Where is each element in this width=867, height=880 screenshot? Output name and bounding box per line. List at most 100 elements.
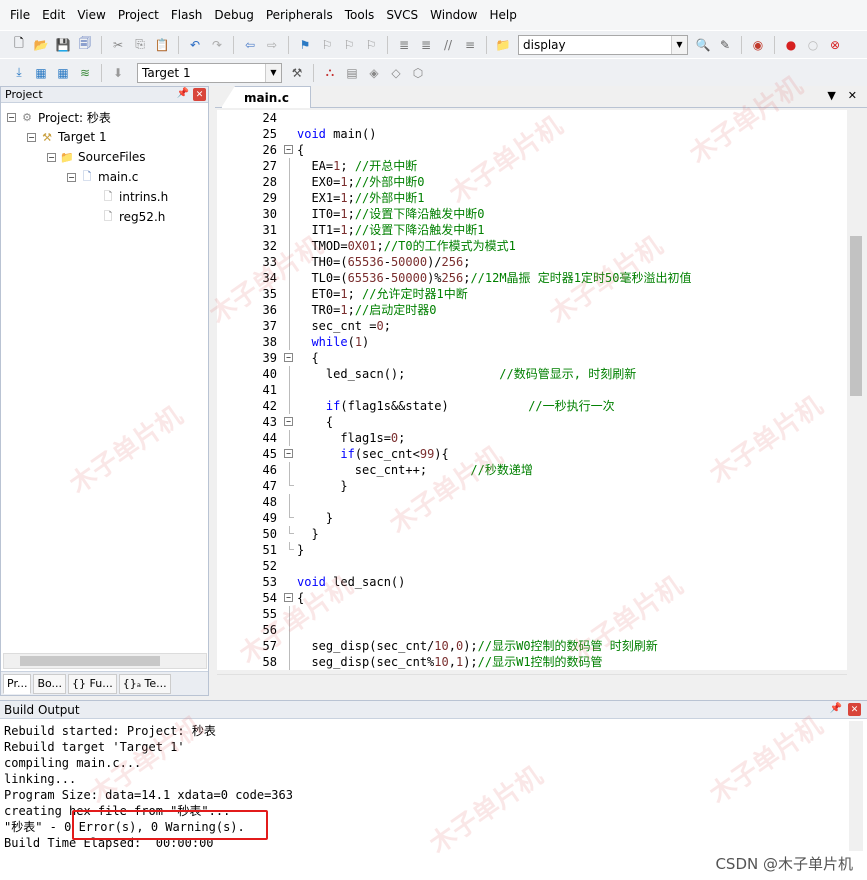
tree-target[interactable]: − ⚒ Target 1 <box>27 127 107 147</box>
code-line[interactable]: 37 sec_cnt =0; <box>217 318 847 334</box>
tree-project-root[interactable]: − ⚙ Project: 秒表 <box>7 107 111 127</box>
scroll-thumb[interactable] <box>20 656 160 666</box>
breakpoint-disable-icon[interactable]: ○ <box>804 36 822 54</box>
redo-icon[interactable]: ↷ <box>208 36 226 54</box>
code-line[interactable]: 31 IT1=1;//设置下降沿触发中断1 <box>217 222 847 238</box>
copy-icon[interactable]: ⎘ <box>131 36 149 54</box>
select-packs-icon[interactable]: ▤ <box>343 64 361 82</box>
code-line[interactable]: 30 IT0=1;//设置下降沿触发中断0 <box>217 206 847 222</box>
tab-main-c[interactable]: main.c <box>221 86 311 108</box>
code-line[interactable]: 36 TR0=1;//启动定时器0 <box>217 302 847 318</box>
code-line[interactable]: 52 <box>217 558 847 574</box>
pack-installer-icon[interactable]: ◇ <box>387 64 405 82</box>
menu-item-file[interactable]: File <box>4 0 36 30</box>
manage-components-icon[interactable]: ⛬ <box>321 64 339 82</box>
menu-item-svcs[interactable]: SVCS <box>380 0 424 30</box>
save-all-icon[interactable]: 🗐 <box>76 36 94 54</box>
menu-item-help[interactable]: Help <box>483 0 522 30</box>
new-file-icon[interactable]: 🗋 <box>10 36 28 54</box>
open-file-icon[interactable]: 📂 <box>32 36 50 54</box>
code-line[interactable]: 45− if(sec_cnt<99){ <box>217 446 847 462</box>
project-hscrollbar[interactable] <box>3 653 207 669</box>
code-line[interactable]: 43− { <box>217 414 847 430</box>
incremental-find-icon[interactable]: ✎ <box>716 36 734 54</box>
tab-functions[interactable]: {} Fu... <box>68 673 117 694</box>
tree-group-sourcefiles[interactable]: − 📁 SourceFiles <box>47 147 146 167</box>
indent-icon[interactable]: ≣ <box>395 36 413 54</box>
code-line[interactable]: 28 EX0=1;//外部中断0 <box>217 174 847 190</box>
menu-item-edit[interactable]: Edit <box>36 0 71 30</box>
code-line[interactable]: 54−{ <box>217 590 847 606</box>
editor-vscrollbar[interactable] <box>849 110 863 670</box>
collapse-icon[interactable]: − <box>7 112 16 122</box>
menu-item-view[interactable]: View <box>71 0 111 30</box>
code-line[interactable]: 33 TH0=(65536-50000)/256; <box>217 254 847 270</box>
code-line[interactable]: 55 <box>217 606 847 622</box>
tree-header-reg52[interactable]: 🗋 reg52.h <box>101 207 166 227</box>
fold-toggle-icon[interactable]: − <box>284 417 293 426</box>
editor-hscrollbar[interactable] <box>217 674 847 690</box>
code-line[interactable]: 24 <box>217 110 847 126</box>
tree-file-main[interactable]: − 🗋 main.c <box>67 167 138 187</box>
menu-item-project[interactable]: Project <box>112 0 165 30</box>
bookmark-clear-icon[interactable]: ⚐ <box>362 36 380 54</box>
fold-toggle-icon[interactable]: − <box>284 353 293 362</box>
code-line[interactable]: 41 <box>217 382 847 398</box>
code-line[interactable]: 25 void main() <box>217 126 847 142</box>
paste-icon[interactable]: 📋 <box>153 36 171 54</box>
nav-back-icon[interactable]: ⇦ <box>241 36 259 54</box>
code-line[interactable]: 26−{ <box>217 142 847 158</box>
code-line[interactable]: 44 flag1s=0; <box>217 430 847 446</box>
nav-forward-icon[interactable]: ⇨ <box>263 36 281 54</box>
code-line[interactable]: 40 led_sacn(); //数码管显示, 时刻刷新 <box>217 366 847 382</box>
close-icon[interactable]: ✕ <box>848 703 861 716</box>
rebuild-icon[interactable]: ▦ <box>54 64 72 82</box>
pin-icon[interactable]: 📌 <box>830 703 842 716</box>
fold-toggle-icon[interactable]: − <box>284 449 293 458</box>
code-line[interactable]: 58 seg_disp(sec_cnt%10,1);//显示W1控制的数码管 <box>217 654 847 670</box>
bookmark-next-icon[interactable]: ⚐ <box>340 36 358 54</box>
uncomment-icon[interactable]: ≡ <box>461 36 479 54</box>
breakpoint-kill-icon[interactable]: ⊗ <box>826 36 844 54</box>
code-line[interactable]: 47 } <box>217 478 847 494</box>
code-line[interactable]: 29 EX1=1;//外部中断1 <box>217 190 847 206</box>
find-icon[interactable]: 🔍 <box>694 36 712 54</box>
chevron-down-icon[interactable]: ▼ <box>671 35 687 54</box>
target-options-icon[interactable]: ⚒ <box>288 64 306 82</box>
code-line[interactable]: 57 seg_disp(sec_cnt/10,0);//显示W0控制的数码管 时… <box>217 638 847 654</box>
options-icon[interactable]: ⬡ <box>409 64 427 82</box>
code-line[interactable]: 39− { <box>217 350 847 366</box>
breakpoint-insert-icon[interactable]: ● <box>782 36 800 54</box>
tab-project[interactable]: Pr... <box>3 673 32 694</box>
code-line[interactable]: 53 void led_sacn() <box>217 574 847 590</box>
code-line[interactable]: 51} <box>217 542 847 558</box>
chevron-down-icon[interactable]: ▼ <box>265 63 281 82</box>
code-line[interactable]: 32 TMOD=0X01;//T0的工作模式为模式1 <box>217 238 847 254</box>
tree-header-intrins[interactable]: 🗋 intrins.h <box>101 187 169 207</box>
menu-item-tools[interactable]: Tools <box>339 0 381 30</box>
cut-icon[interactable]: ✂ <box>109 36 127 54</box>
code-line[interactable]: 50 } <box>217 526 847 542</box>
menu-item-peripherals[interactable]: Peripherals <box>260 0 339 30</box>
menu-item-window[interactable]: Window <box>424 0 483 30</box>
fold-toggle-icon[interactable]: − <box>284 593 293 602</box>
code-line[interactable]: 38 while(1) <box>217 334 847 350</box>
find-combo[interactable]: display ▼ <box>518 34 688 55</box>
tab-books[interactable]: Bo... <box>33 673 67 694</box>
code-area[interactable]: 24 25 void main() 26−{27 EA=1; //开总中断 28 EX0… <box>217 110 847 670</box>
close-tab-icon[interactable]: ✕ <box>848 89 857 102</box>
find-in-files-icon[interactable]: 📁 <box>494 36 512 54</box>
translate-icon[interactable]: ⤓ <box>10 64 28 82</box>
collapse-icon[interactable]: − <box>67 172 76 182</box>
bookmark-prev-icon[interactable]: ⚐ <box>318 36 336 54</box>
scroll-thumb[interactable] <box>850 236 862 396</box>
download-icon[interactable]: ⬇ <box>109 64 127 82</box>
code-line[interactable]: 46 sec_cnt++; //秒数递增 <box>217 462 847 478</box>
target-select[interactable]: Target 1 ▼ <box>137 62 282 83</box>
build-vscrollbar[interactable] <box>849 721 863 851</box>
code-line[interactable]: 49 } <box>217 510 847 526</box>
bookmark-icon[interactable]: ⚑ <box>296 36 314 54</box>
code-line[interactable]: 35 ET0=1; //允许定时器1中断 <box>217 286 847 302</box>
tab-templates[interactable]: {}ₐ Te... <box>118 673 171 694</box>
comment-icon[interactable]: // <box>439 36 457 54</box>
